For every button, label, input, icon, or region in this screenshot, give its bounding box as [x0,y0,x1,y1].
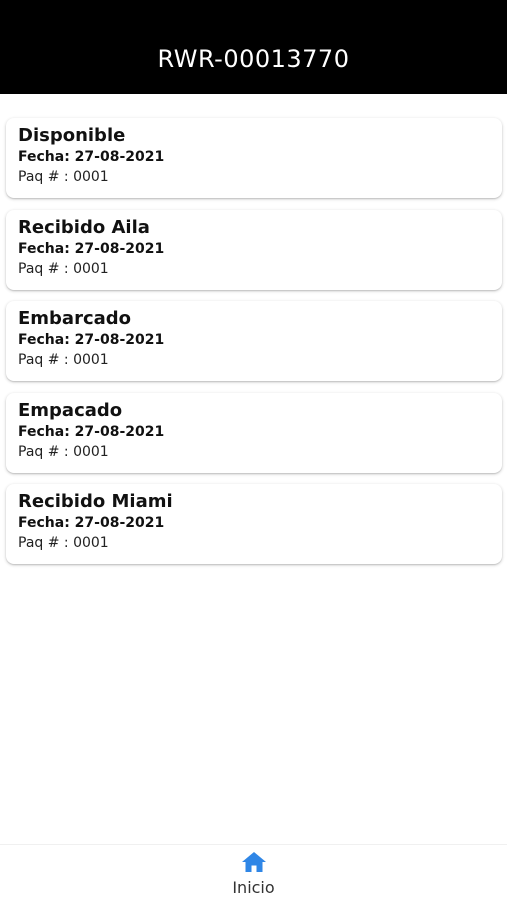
package-number: Paq # : 0001 [18,352,109,368]
package-number: Paq # : 0001 [18,260,109,277]
status-date: Fecha: 27-08-2021 [18,332,165,348]
bottom-tab-bar: Inicio [0,844,507,900]
home-icon [241,852,266,872]
status-card[interactable]: Recibido Aila Fecha: 27-08-2021 Paq # : … [6,209,502,290]
tab-home[interactable]: Inicio [232,851,275,897]
tab-home-label: Inicio [232,878,275,897]
status-label: Recibido Aila [18,216,150,238]
page-title: RWR-00013770 [157,45,350,73]
status-list: Disponible Fecha: 27-08-2021 Paq # : 000… [6,118,502,576]
status-label: Disponible [18,125,126,146]
status-card[interactable]: Recibido Miami Fecha: 27-08-2021 Paq # :… [6,484,502,564]
status-label: Embarcado [18,308,132,329]
status-card[interactable]: Disponible Fecha: 27-08-2021 Paq # : 000… [6,118,502,198]
package-number: Paq # : 0001 [18,169,109,185]
status-date: Fecha: 27-08-2021 [18,423,165,440]
status-label: Recibido Miami [18,491,173,512]
status-date: Fecha: 27-08-2021 [18,240,165,257]
package-number: Paq # : 0001 [18,443,109,460]
screen: RWR-00013770 Disponible Fecha: 27-08-202… [0,0,507,900]
status-date: Fecha: 27-08-2021 [18,149,165,165]
status-date: Fecha: 27-08-2021 [18,515,165,531]
status-label: Empacado [18,399,123,421]
package-number: Paq # : 0001 [18,535,109,551]
app-header: RWR-00013770 [0,0,507,94]
status-card[interactable]: Embarcado Fecha: 27-08-2021 Paq # : 0001 [6,301,502,381]
status-card[interactable]: Empacado Fecha: 27-08-2021 Paq # : 0001 [6,392,502,473]
